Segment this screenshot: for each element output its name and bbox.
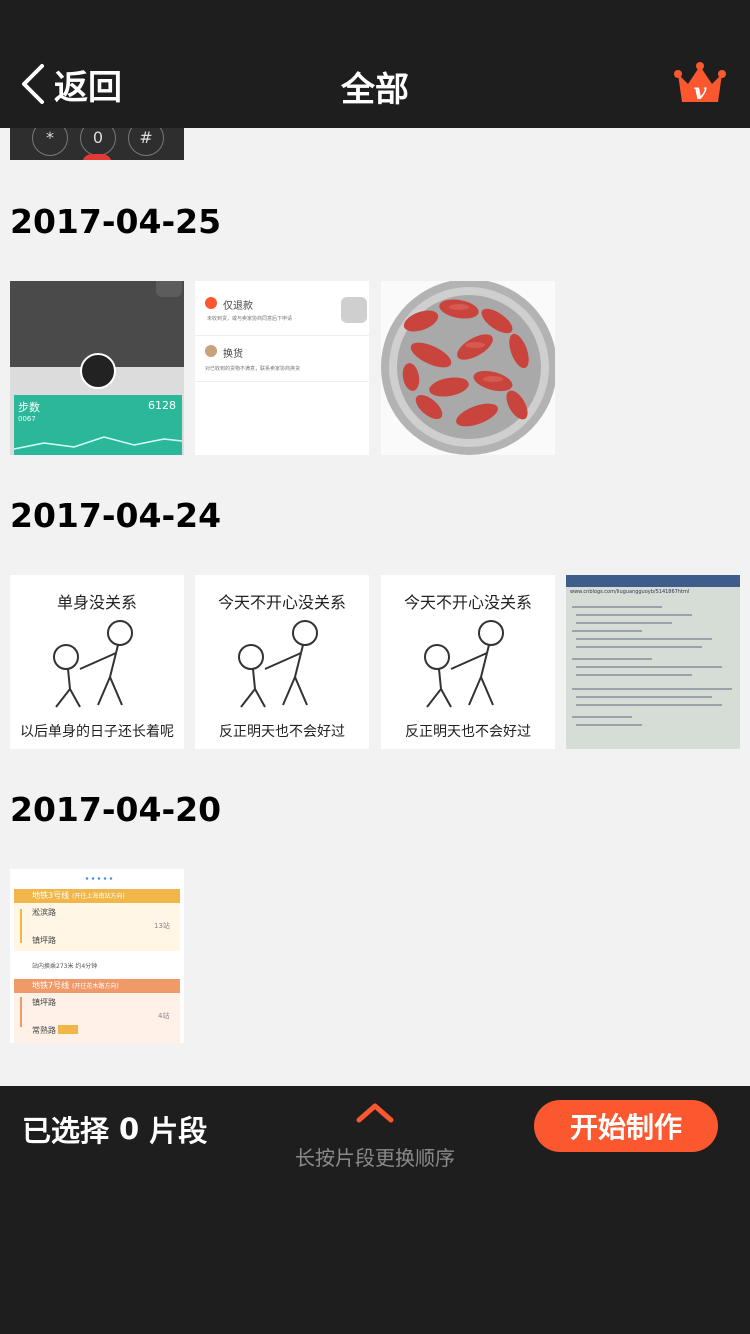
meme-bottom-text: 反正明天也不会好过 xyxy=(405,724,531,740)
stick-figure-drawing xyxy=(424,620,504,708)
metro-stop-count: 4站 xyxy=(158,1012,170,1020)
thumbnail-code-screen-photo[interactable]: www.cnblogs.com/liuguangguoyb/5141867htm… xyxy=(566,575,740,749)
avatar xyxy=(80,353,116,389)
code-lines-illustration xyxy=(572,606,732,726)
chevron-up-icon[interactable] xyxy=(355,1100,395,1124)
exchange-subtitle: 对已收到的货物不满意，联系卖家协商换货 xyxy=(205,366,301,372)
steps-label: 步数 xyxy=(18,401,40,414)
meme-top-text: 今天不开心没关系 xyxy=(403,593,532,612)
thumbnail-meme-2[interactable]: 今天不开心没关系 反正明天也不会好过 xyxy=(195,575,369,749)
metro-transfer: 站内换乘273米 约4分钟 xyxy=(32,963,98,970)
date-header: 2017-04-24 xyxy=(10,496,222,535)
refund-subtitle: 未收到货，或与卖家协商同意后下申请 xyxy=(207,316,293,322)
steps-small: 0067 xyxy=(18,415,36,423)
metro-stop: 镇坪路 xyxy=(32,936,56,945)
start-create-button[interactable]: 开始制作 xyxy=(534,1100,718,1152)
media-grid: * 0 # 2017-04-25 步数 6128 0067 仅退款 未收到货，或… xyxy=(0,128,750,1086)
meme-top-text: 单身没关系 xyxy=(56,593,137,612)
steps-value: 6128 xyxy=(148,399,176,412)
thumbnail-refund-screen[interactable]: 仅退款 未收到货，或与卖家协商同意后下申请 换货 对已收到的货物不满意，联系卖家… xyxy=(195,281,369,455)
meme-bottom-text: 以后单身的日子还长着呢 xyxy=(20,724,174,740)
thumbnail-meme-1[interactable]: 单身没关系 以后单身的日子还长着呢 xyxy=(10,575,184,749)
thumbnail-steps-app[interactable]: 步数 6128 0067 xyxy=(10,281,184,455)
stick-figure-drawing xyxy=(238,620,318,708)
exchange-title: 换货 xyxy=(223,349,243,360)
metro-stop: 常熟路 xyxy=(32,1026,56,1035)
date-header: 2017-04-25 xyxy=(10,202,222,241)
metro-stop: 淞滨路 xyxy=(32,908,56,917)
call-button-shape xyxy=(82,154,112,160)
steps-chart-line xyxy=(14,436,182,450)
metro-line3-direction: (开往上海南站方向) xyxy=(72,893,125,900)
thumbnail-keypad[interactable]: * 0 # xyxy=(10,128,184,160)
keypad-key: 0 xyxy=(80,128,116,156)
metro-line7: 地铁7号线 xyxy=(32,981,70,990)
meme-bottom-text: 反正明天也不会好过 xyxy=(219,724,345,740)
keypad-key: * xyxy=(32,128,68,156)
crown-v-icon[interactable]: v xyxy=(674,62,726,106)
thumbnail-metro-route[interactable]: 地铁3号线 (开往上海南站方向) 淞滨路 13站 镇坪路 站内换乘273米 约4… xyxy=(10,869,184,1043)
metro-line3: 地铁3号线 xyxy=(32,891,70,900)
refund-title: 仅退款 xyxy=(223,301,253,312)
selected-number: 0 xyxy=(119,1112,140,1146)
bottom-action-bar: 已选择 0 片段 长按片段更换顺序 开始制作 xyxy=(0,1086,750,1334)
top-navigation-bar: 返回 全部 v xyxy=(0,0,750,128)
date-header: 2017-04-20 xyxy=(10,790,222,829)
thumbnail-goji-berries-photo[interactable] xyxy=(381,281,555,455)
page-title: 全部 xyxy=(341,70,409,110)
meme-top-text: 今天不开心没关系 xyxy=(217,593,346,612)
metro-line7-direction: (开往花木路方向) xyxy=(72,983,119,990)
metro-stop-count: 13站 xyxy=(154,922,170,930)
code-screen-url: www.cnblogs.com/liuguangguoyb/5141867htm… xyxy=(570,589,690,595)
svg-text:v: v xyxy=(694,79,707,105)
goji-berries-illustration xyxy=(381,281,555,455)
stick-figure-drawing xyxy=(53,620,133,708)
keypad-key: # xyxy=(128,128,164,156)
metro-stop: 镇坪路 xyxy=(32,998,56,1007)
thumbnail-meme-3[interactable]: 今天不开心没关系 反正明天也不会好过 xyxy=(381,575,555,749)
